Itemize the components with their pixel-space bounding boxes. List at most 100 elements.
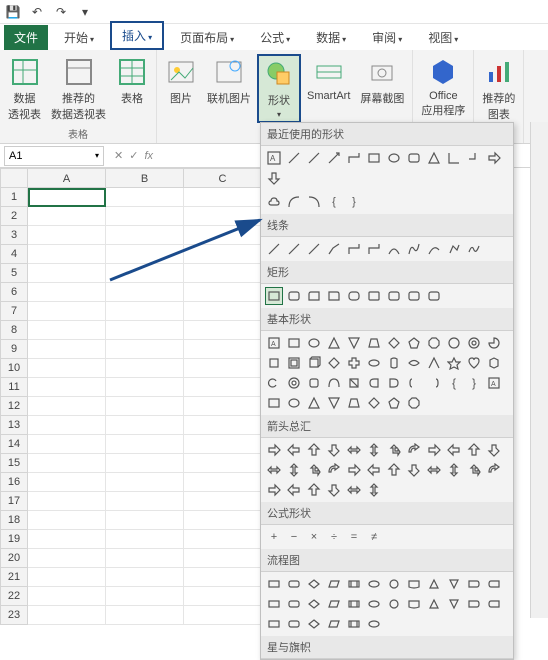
cell[interactable]: [184, 511, 262, 530]
cell[interactable]: [184, 530, 262, 549]
tab-data[interactable]: 数据▾: [306, 25, 356, 50]
arrow-shape-17[interactable]: [365, 461, 383, 479]
basic-shape-20[interactable]: [425, 354, 443, 372]
cell[interactable]: [184, 435, 262, 454]
flow-shape-12[interactable]: [265, 595, 283, 613]
basic-shape-2[interactable]: [305, 334, 323, 352]
flow-shape-3[interactable]: [325, 575, 343, 593]
basic-shape-35[interactable]: A: [485, 374, 503, 392]
eq-eq[interactable]: =: [345, 528, 363, 546]
cell[interactable]: [28, 378, 106, 397]
cell[interactable]: [28, 473, 106, 492]
row-header[interactable]: 13: [0, 416, 28, 435]
row-header[interactable]: 18: [0, 511, 28, 530]
office-apps-button[interactable]: Office 应用程序: [417, 54, 469, 120]
pivot-table-button[interactable]: 数据 透视表: [4, 54, 45, 124]
row-header[interactable]: 14: [0, 435, 28, 454]
arrow-shape-20[interactable]: [425, 461, 443, 479]
cell[interactable]: [184, 492, 262, 511]
cell[interactable]: [106, 416, 184, 435]
basic-shape-33[interactable]: {: [445, 374, 463, 392]
row-header[interactable]: 10: [0, 359, 28, 378]
basic-shape-28[interactable]: [345, 374, 363, 392]
row-header[interactable]: 12: [0, 397, 28, 416]
arrow-shape-6[interactable]: [385, 441, 403, 459]
rect-7[interactable]: [385, 287, 403, 305]
cell[interactable]: [106, 283, 184, 302]
flow-shape-20[interactable]: [425, 595, 443, 613]
name-box-input[interactable]: [9, 150, 69, 162]
basic-shape-21[interactable]: [445, 354, 463, 372]
cell[interactable]: [28, 188, 106, 207]
rect-8[interactable]: [405, 287, 423, 305]
basic-shape-0[interactable]: A: [265, 334, 283, 352]
flow-shape-2[interactable]: [305, 575, 323, 593]
cell[interactable]: [184, 606, 262, 625]
cell[interactable]: [106, 207, 184, 226]
cell[interactable]: [106, 226, 184, 245]
cell[interactable]: [184, 264, 262, 283]
basic-shape-26[interactable]: [305, 374, 323, 392]
basic-shape-8[interactable]: [425, 334, 443, 352]
cell[interactable]: [106, 245, 184, 264]
cell[interactable]: [106, 302, 184, 321]
shape-curve1[interactable]: [285, 193, 303, 211]
cells-area[interactable]: [28, 188, 262, 625]
shape-curve2[interactable]: [305, 193, 323, 211]
cell[interactable]: [184, 416, 262, 435]
basic-shape-14[interactable]: [305, 354, 323, 372]
cell[interactable]: [28, 492, 106, 511]
line-6[interactable]: [365, 240, 383, 258]
arrow-shape-21[interactable]: [445, 461, 463, 479]
basic-shape-11[interactable]: [485, 334, 503, 352]
arrow-shape-9[interactable]: [445, 441, 463, 459]
basic-shape-42[interactable]: [385, 394, 403, 412]
row-header[interactable]: 23: [0, 606, 28, 625]
flow-shape-17[interactable]: [365, 595, 383, 613]
shape-rarrow[interactable]: [485, 149, 503, 167]
flow-shape-10[interactable]: [465, 575, 483, 593]
basic-shape-4[interactable]: [345, 334, 363, 352]
cell[interactable]: [28, 435, 106, 454]
rect-9[interactable]: [425, 287, 443, 305]
cell[interactable]: [184, 188, 262, 207]
cancel-icon[interactable]: ✕: [114, 149, 123, 162]
basic-shape-7[interactable]: [405, 334, 423, 352]
line-2[interactable]: [285, 240, 303, 258]
cell[interactable]: [28, 340, 106, 359]
shape-darrow[interactable]: [265, 169, 283, 187]
cell[interactable]: [28, 321, 106, 340]
cell[interactable]: [106, 340, 184, 359]
shape-line[interactable]: [285, 149, 303, 167]
flow-shape-15[interactable]: [325, 595, 343, 613]
arrow-shape-0[interactable]: [265, 441, 283, 459]
cell[interactable]: [184, 473, 262, 492]
basic-shape-6[interactable]: [385, 334, 403, 352]
rect-2[interactable]: [285, 287, 303, 305]
eq-plus[interactable]: +: [265, 528, 283, 546]
flow-shape-16[interactable]: [345, 595, 363, 613]
line-freeform[interactable]: [445, 240, 463, 258]
row-header[interactable]: 3: [0, 226, 28, 245]
shape-lbrace[interactable]: {: [325, 193, 343, 211]
cell[interactable]: [106, 435, 184, 454]
cell[interactable]: [184, 245, 262, 264]
flow-shape-13[interactable]: [285, 595, 303, 613]
cell[interactable]: [28, 207, 106, 226]
basic-shape-16[interactable]: [345, 354, 363, 372]
arrow-shape-16[interactable]: [345, 461, 363, 479]
line-9[interactable]: [425, 240, 443, 258]
cell[interactable]: [184, 549, 262, 568]
cell[interactable]: [184, 454, 262, 473]
basic-shape-31[interactable]: [405, 374, 423, 392]
arrow-shape-28[interactable]: [345, 481, 363, 499]
smartart-button[interactable]: SmartArt: [303, 54, 354, 123]
cell[interactable]: [28, 454, 106, 473]
basic-shape-10[interactable]: [465, 334, 483, 352]
basic-shape-24[interactable]: [265, 374, 283, 392]
arrow-shape-8[interactable]: [425, 441, 443, 459]
row-header[interactable]: 5: [0, 264, 28, 283]
flow-shape-19[interactable]: [405, 595, 423, 613]
eq-div[interactable]: ÷: [325, 528, 343, 546]
save-icon[interactable]: 💾: [4, 3, 22, 21]
